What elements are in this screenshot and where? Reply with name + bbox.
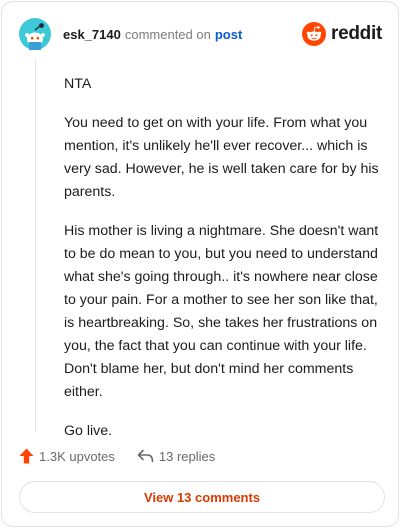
comment-paragraph: NTA — [64, 76, 92, 92]
comment-card: esk_7140 commented on post reddit NTA You … — [1, 1, 399, 527]
view-comments-button[interactable]: View 13 comments — [19, 481, 385, 513]
brand-name: reddit — [331, 23, 382, 44]
upvote-count: 1.3K upvotes — [39, 448, 115, 464]
avatar[interactable] — [19, 18, 51, 50]
comment-body: NTA You need to get on with your life. F… — [64, 73, 382, 459]
comment-meta: esk_7140 commented on post — [63, 27, 242, 42]
comment-paragraph: His mother is living a nightmare. She do… — [64, 223, 379, 400]
comment-actions: 1.3K upvotes 13 replies — [19, 446, 215, 466]
username-link[interactable]: esk_7140 — [63, 27, 121, 42]
comment-paragraph: You need to get on with your life. From … — [64, 115, 379, 200]
thread-line[interactable] — [35, 60, 36, 432]
upvote-arrow-icon — [19, 448, 34, 464]
replies-button[interactable]: 13 replies — [137, 449, 215, 464]
upvote-button[interactable]: 1.3K upvotes — [19, 448, 115, 464]
reply-arrow-icon — [137, 449, 154, 463]
reddit-brand: reddit — [302, 21, 382, 47]
reddit-logo-icon — [302, 22, 327, 46]
comment-header: esk_7140 commented on post reddit — [19, 18, 382, 52]
action-text: commented on — [124, 27, 211, 42]
post-link[interactable]: post — [215, 27, 242, 42]
replies-count: 13 replies — [158, 448, 216, 464]
comment-paragraph: Go live. — [64, 423, 113, 439]
